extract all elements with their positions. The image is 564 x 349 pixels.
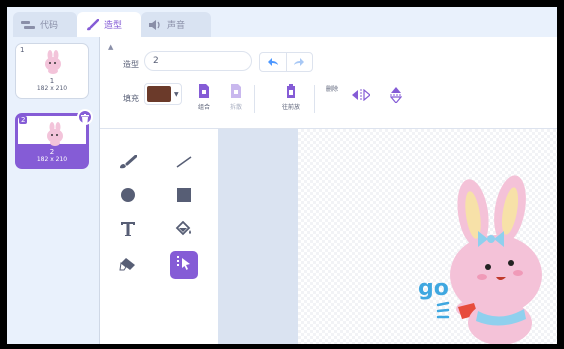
tool-palette [100,129,218,344]
delete-button[interactable]: 删除 [326,84,338,93]
costume-name: 1 [49,77,55,85]
tab-sounds-label: 声音 [167,21,186,31]
ungroup-button[interactable]: 拆散 [230,84,242,111]
rectangle-icon [176,187,192,207]
ungroup-label: 拆散 [230,104,243,111]
circle-icon [120,187,136,207]
costume-number: 1 [20,46,25,54]
svg-text:go: go [418,276,449,301]
delete-label: 删除 [326,86,339,93]
code-icon [21,20,35,30]
rectangle-tool[interactable] [170,183,198,211]
group-button[interactable]: 组合 [198,84,210,111]
tab-bar: 代码 造型 声音 [7,7,557,37]
group-icon [198,84,210,100]
drawing-canvas[interactable]: go [298,129,557,344]
layer-forward-icon [285,84,297,100]
canvas-area: go [218,129,557,344]
costume-name: 2 [49,148,55,156]
toolbar-divider [254,85,255,113]
redo-button[interactable] [285,53,313,71]
line-icon [175,154,193,173]
tab-costumes[interactable]: 造型 [77,12,141,37]
paint-editor: ▲ 造型 填充 ▼ [100,37,557,344]
forward-button[interactable]: 往前放 [282,84,300,111]
costume-size: 182 x 210 [36,156,68,163]
flip-vertical-button[interactable] [389,87,403,105]
undo-icon [260,58,286,66]
text-tool[interactable] [114,217,142,245]
brush-icon [119,154,138,173]
tab-sounds[interactable]: 声音 [141,12,211,37]
costume-thumbnail [47,122,63,146]
tab-costumes-label: 造型 [104,21,123,31]
line-tool[interactable] [170,149,198,177]
flip-horizontal-button[interactable] [352,88,371,103]
group-label: 组合 [198,104,211,111]
select-tool[interactable] [170,251,198,279]
paintbrush-icon [85,18,99,31]
circle-tool[interactable] [114,183,142,211]
paint-bucket-icon [175,220,193,241]
tab-code[interactable]: 代码 [13,12,77,37]
paint-editor-window: 代码 造型 声音 1 1 182 x 210 2 2 182 x 210 ▲ 造… [7,7,557,344]
text-icon [120,221,136,241]
costume-thumbnail [45,50,61,74]
flip-vertical-icon [389,87,403,105]
redo-icon [287,58,313,66]
ungroup-icon [230,84,242,100]
costume-item[interactable]: 1 1 182 x 210 [15,43,89,99]
costume-size: 182 x 210 [36,85,68,92]
bunny-costume-artwork: go [418,175,542,344]
undo-button[interactable] [260,53,286,71]
brush-tool[interactable] [114,149,142,177]
flip-horizontal-icon [352,88,371,103]
delete-costume-button[interactable] [77,109,93,125]
forward-label: 往前放 [282,104,301,111]
fill-color-picker[interactable]: ▼ [144,83,182,105]
eraser-icon [119,256,137,275]
speaker-icon [149,19,162,30]
trash-icon [81,108,89,127]
costume-name-input[interactable] [144,51,252,71]
costume-list: 1 1 182 x 210 2 2 182 x 210 [7,37,100,344]
costume-name-label: 造型 [123,60,139,69]
tab-code-label: 代码 [40,21,59,31]
costume-number: 2 [19,116,28,124]
toolbar-divider [314,85,315,113]
fill-tool[interactable] [170,217,198,245]
fill-label: 填充 [123,94,139,103]
editor-toolbar: 造型 填充 ▼ [100,37,557,129]
fill-color-swatch [147,86,171,102]
select-cursor-icon [176,255,192,275]
dropdown-arrow-icon: ▼ [174,90,179,98]
undo-redo-group [259,52,313,72]
costume-item-selected[interactable]: 2 2 182 x 210 [15,109,93,169]
eraser-tool[interactable] [114,251,142,279]
